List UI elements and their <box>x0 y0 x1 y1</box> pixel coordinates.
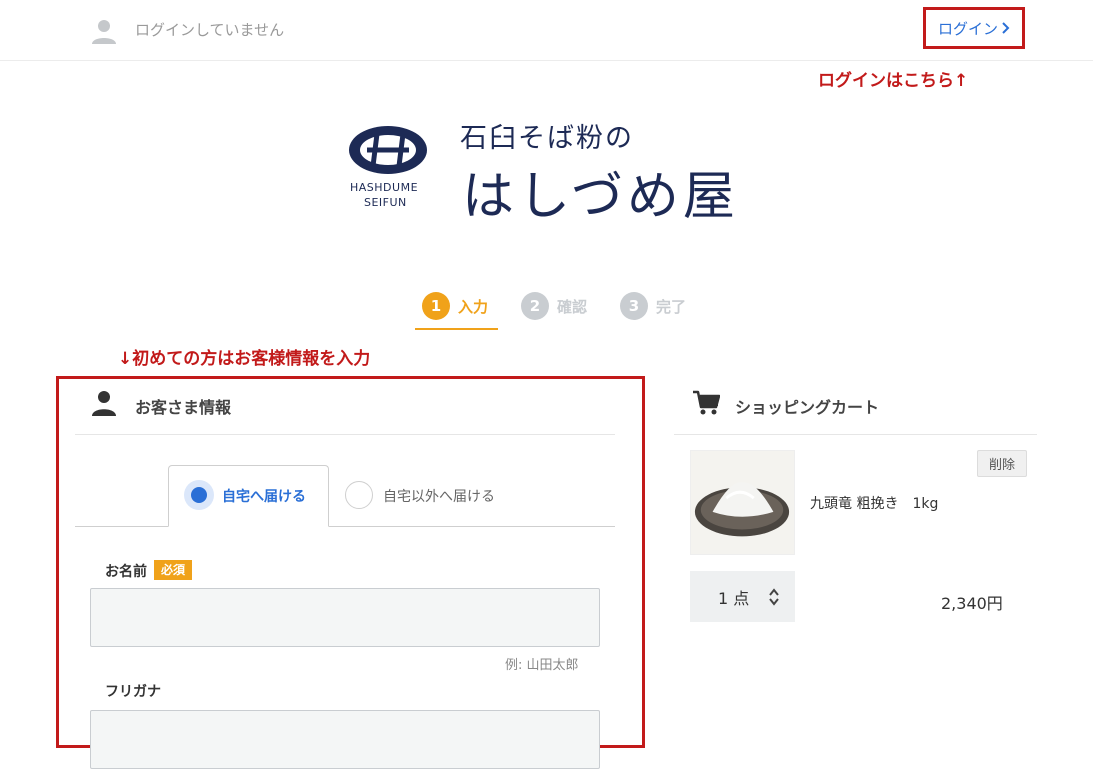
brand-logo-mark-icon[interactable] <box>347 124 429 176</box>
required-badge: 必須 <box>154 560 193 580</box>
tab-divider <box>75 526 615 527</box>
tab-deliver-elsewhere-label[interactable]: 自宅以外へ届ける <box>383 486 495 506</box>
step-label: 完了 <box>656 297 687 316</box>
login-link[interactable]: ログイン <box>923 7 1025 49</box>
step-label: 入力 <box>458 297 489 316</box>
product-name[interactable]: 九頭竜 粗挽き 1kg <box>810 493 938 513</box>
step-number: 2 <box>521 292 549 320</box>
login-annotation: ログインはこちら↑ <box>818 71 969 91</box>
radio-selected-icon[interactable] <box>184 480 214 510</box>
furigana-input[interactable] <box>90 710 600 769</box>
login-status-text: ログインしていません <box>135 21 285 39</box>
logo-english-line2: SEIFUN <box>364 196 407 209</box>
cart-icon <box>693 390 720 415</box>
step-number: 1 <box>422 292 450 320</box>
logo-subtitle: 石臼そば粉の <box>460 123 634 154</box>
person-icon <box>92 391 116 416</box>
step-confirm: 2 確認 <box>521 292 587 320</box>
item-price: 2,340円 <box>941 594 1003 613</box>
delete-item-button[interactable]: 削除 <box>977 450 1027 477</box>
name-input[interactable] <box>90 588 600 647</box>
quantity-select[interactable]: 1 点 <box>690 571 795 622</box>
user-icon <box>92 20 116 44</box>
chevron-right-icon <box>1002 22 1010 34</box>
tab-deliver-home-label[interactable]: 自宅へ届ける <box>222 486 306 506</box>
cart-title: ショッピングカート <box>735 398 880 417</box>
divider <box>674 434 1037 435</box>
step-label: 確認 <box>557 297 588 316</box>
name-example-hint: 例: 山田太郎 <box>505 658 579 673</box>
first-time-annotation: ↓初めての方はお客様情報を入力 <box>118 349 371 369</box>
customer-info-title: お客さま情報 <box>135 398 232 417</box>
furigana-field-label: フリガナ <box>105 684 161 700</box>
divider <box>75 434 615 435</box>
step-number: 3 <box>620 292 648 320</box>
updown-caret-icon <box>769 587 780 606</box>
product-image[interactable] <box>690 450 795 555</box>
step-input: 1 入力 <box>422 292 488 320</box>
active-step-underline <box>415 328 498 330</box>
logo-english-line1: HASHDUME <box>350 181 419 194</box>
logo-shop-name[interactable]: はしづめ屋 <box>462 154 739 229</box>
login-link-label: ログイン <box>937 19 998 38</box>
radio-unselected-icon[interactable] <box>345 481 373 509</box>
step-complete: 3 完了 <box>620 292 686 320</box>
name-field-label: お名前 <box>105 564 147 580</box>
quantity-value: 1 点 <box>718 588 750 608</box>
